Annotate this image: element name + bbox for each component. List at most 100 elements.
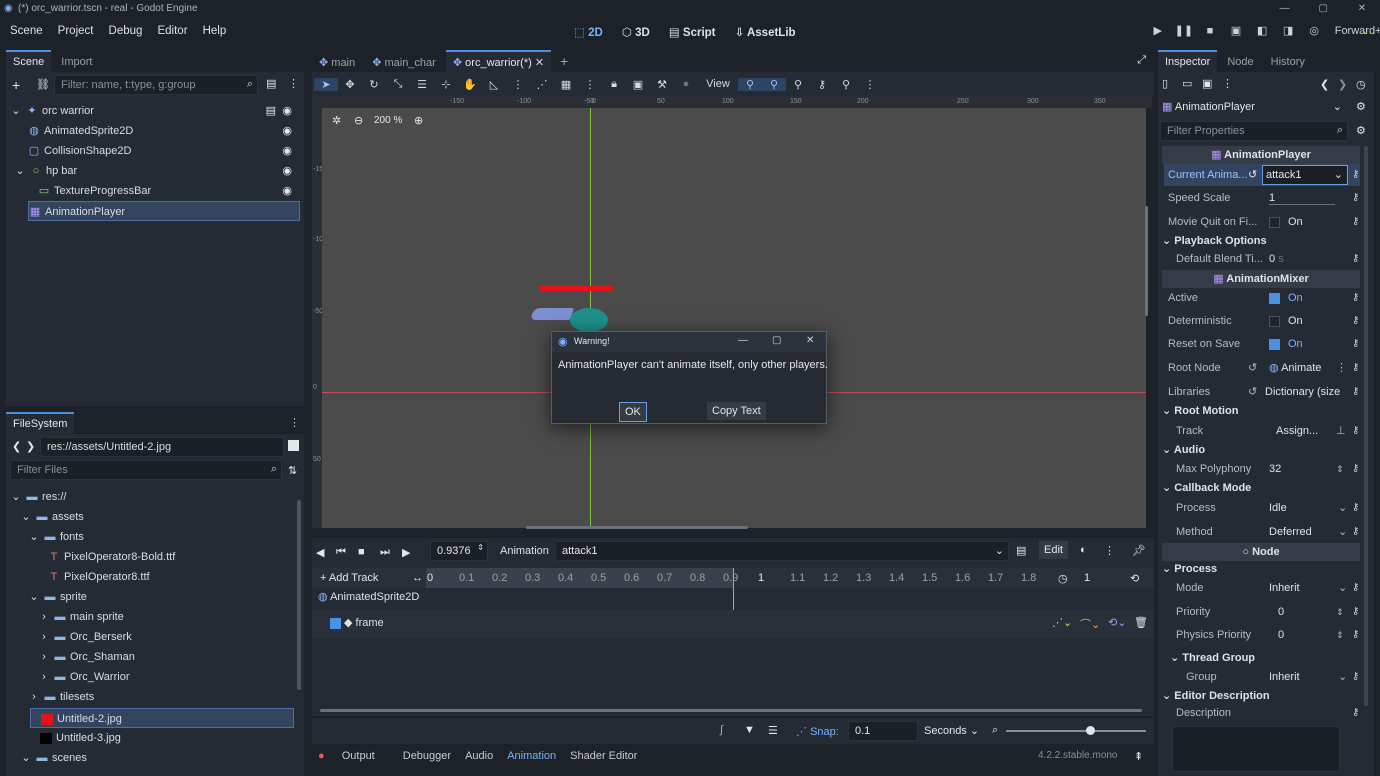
keyframe-icon[interactable]: ⚷ <box>1352 577 1359 599</box>
keyframe-icon[interactable]: ⚷ <box>1352 187 1359 209</box>
horizontal-scrollbar[interactable] <box>526 526 748 529</box>
keyframe-icon[interactable]: ⚷ <box>1352 521 1359 543</box>
expand-panel-icon[interactable]: ⇞ <box>1134 750 1143 763</box>
tab-inspector[interactable]: Inspector <box>1158 50 1218 72</box>
play-backwards-from-end-icon[interactable]: ◀ <box>316 546 336 559</box>
inspected-object-select[interactable]: ▦ AnimationPlayer ⌄ <box>1162 100 1346 118</box>
revert-icon[interactable]: ↺ <box>1248 164 1257 186</box>
select-tool-icon[interactable]: ➤ <box>314 77 338 91</box>
split-view-icon[interactable] <box>288 440 299 451</box>
play-backwards-icon[interactable]: ⏮ <box>336 546 358 559</box>
fs-item-font-bold[interactable]: T PixelOperator8-Bold.ttf <box>48 547 176 567</box>
visibility-eye-icon[interactable]: ◉ <box>282 161 292 181</box>
script-attached-icon[interactable]: ▤ <box>266 101 276 121</box>
keyframe-icon[interactable]: ⚷ <box>1352 333 1359 355</box>
scale-tool-icon[interactable]: ⤡ <box>386 78 410 91</box>
ok-button[interactable]: OK <box>619 402 647 422</box>
keyframe-icon[interactable]: ⚷ <box>1352 458 1359 480</box>
prop-group[interactable]: Group Inherit ⌄ ⚷ <box>1164 666 1360 688</box>
key-scale-icon[interactable]: ⚲ <box>786 78 810 91</box>
insert-key-icon[interactable]: ⚷ <box>810 78 834 91</box>
ruler-tool-icon[interactable]: ◺ <box>482 78 506 91</box>
link-icon[interactable]: ⛓ <box>36 78 50 91</box>
keyframe-icon[interactable]: ⚷ <box>1352 357 1359 379</box>
tree-node-orc-warrior[interactable]: ⌄ ✦ orc warrior ▤ ◉ <box>10 101 300 121</box>
bezier-icon[interactable]: ∫ <box>720 724 723 736</box>
keyframe-icon[interactable]: ⚷ <box>1352 381 1359 403</box>
distraction-free-icon[interactable]: ⤢ <box>1137 54 1146 67</box>
tree-node-textureprogressbar[interactable]: ▭ TextureProgressBar ◉ <box>38 181 300 201</box>
keyframe-icon[interactable]: ⚷ <box>1352 164 1359 186</box>
fs-item-orc-warrior[interactable]: › ▬ Orc_Warrior <box>38 667 129 687</box>
prop-active[interactable]: Active On ⚷ <box>1164 287 1360 309</box>
tree-node-animatedsprite2d[interactable]: ◍ AnimatedSprite2D ◉ <box>28 121 300 141</box>
prop-max-polyphony[interactable]: Max Polyphony 32 ⇕ ⚷ <box>1164 458 1360 480</box>
keyframe-icon[interactable]: ⚷ <box>1352 310 1359 332</box>
tab-orc-warrior[interactable]: ✥ orc_warrior(*) ✕ <box>445 50 552 73</box>
new-resource-icon[interactable]: ▯ <box>1162 77 1182 90</box>
close-window-button[interactable]: ✕ <box>1344 0 1380 18</box>
pause-icon[interactable]: ❚❚ <box>1172 24 1195 37</box>
pin-icon[interactable]: 📌︎ <box>1132 544 1146 557</box>
section-callback-mode[interactable]: ⌄ Callback Mode <box>1162 479 1360 497</box>
prop-libraries[interactable]: Libraries ↺ Dictionary (size ⚷ <box>1164 381 1360 403</box>
track-group-animatedsprite2d[interactable]: ◍ AnimatedSprite2D <box>318 590 419 603</box>
history-forward-icon[interactable]: ❯ <box>1338 78 1347 91</box>
more-icon[interactable]: ⋮ <box>288 77 299 90</box>
snap-unit-select[interactable]: Seconds ⌄ <box>924 724 979 737</box>
key-rotation-icon[interactable]: ⚲ <box>762 77 786 91</box>
more-icon[interactable]: ⋮ <box>1336 357 1347 379</box>
renderer-select[interactable]: Forward+ ⌄ <box>1335 24 1380 37</box>
prop-reset-on-save[interactable]: Reset on Save On ⚷ <box>1164 333 1360 355</box>
add-track-button[interactable]: + Add Track <box>320 572 378 584</box>
mode-2d-button[interactable]: ⬚ 2D <box>574 27 603 39</box>
vertical-scrollbar[interactable] <box>1145 206 1148 316</box>
add-tab-button[interactable]: + <box>554 51 574 71</box>
deterministic-checkbox[interactable] <box>1269 315 1280 327</box>
tree-node-collisionshape2d[interactable]: ▢ CollisionShape2D ◉ <box>28 141 300 161</box>
tab-node[interactable]: Node <box>1220 52 1260 72</box>
reset-on-save-checkbox[interactable] <box>1269 338 1280 350</box>
view-menu[interactable]: View <box>698 78 738 90</box>
prop-current-animation[interactable]: Current Anima... ↺ attack1 ⌄ ⚷ <box>1164 164 1360 186</box>
prop-description[interactable]: Description ⚷ <box>1164 702 1360 724</box>
revert-icon[interactable]: ↺ <box>1248 381 1257 403</box>
edit-button[interactable]: Edit <box>1039 541 1068 559</box>
hp-bar-sprite[interactable] <box>539 286 613 291</box>
fs-item-font[interactable]: T PixelOperator8.ttf <box>48 567 150 587</box>
tree-node-hp-bar[interactable]: ⌄ ○ hp bar ◉ <box>14 161 300 181</box>
center-view-icon[interactable]: ✲ <box>332 114 341 127</box>
forward-icon[interactable]: ❯ <box>26 440 35 453</box>
more-icon[interactable]: ⋮ <box>578 78 602 91</box>
fs-item-main-sprite[interactable]: › ▬ main sprite <box>38 607 124 627</box>
track-row-frame[interactable] <box>312 610 1154 638</box>
prop-deterministic[interactable]: Deterministic On ⚷ <box>1164 310 1360 332</box>
keyframe-icon[interactable]: ⚷ <box>1352 666 1359 688</box>
section-root-motion[interactable]: ⌄ Root Motion <box>1162 402 1360 420</box>
orc-weapon-sprite[interactable] <box>529 308 575 320</box>
auto-key-icon[interactable]: ⚲ <box>834 78 858 91</box>
filter-icon[interactable]: ▼ <box>744 724 755 736</box>
fs-item-tilesets[interactable]: › ▬ tilesets <box>28 687 94 707</box>
keyframe-icon[interactable]: ⚷ <box>1352 211 1359 233</box>
more-icon[interactable]: ⋮ <box>858 78 882 91</box>
group-icon[interactable]: ▣ <box>626 78 650 91</box>
animation-library-icon[interactable]: ▤ <box>1016 544 1026 557</box>
snap-input[interactable]: 0.1 <box>848 721 918 741</box>
filesystem-filter-input[interactable]: Filter Files ⌕ <box>10 460 282 480</box>
zoom-slider-handle[interactable] <box>1086 726 1095 735</box>
key-position-icon[interactable]: ⚲ <box>738 77 762 91</box>
dialog-minimize-button[interactable]: — <box>738 335 748 346</box>
prop-default-blend[interactable]: Default Blend Ti... 0 s ⚷ <box>1164 248 1360 270</box>
keyframe-icon[interactable]: ⚷ <box>1352 624 1359 646</box>
grid-snap-icon[interactable]: ▦ <box>554 78 578 91</box>
dialog-close-button[interactable]: ✕ <box>806 335 814 346</box>
fs-item-sprite[interactable]: ⌄ ▬ sprite <box>28 587 87 607</box>
keyframe-icon[interactable]: ⚷ <box>1352 601 1359 623</box>
object-properties-icon[interactable]: ⚙ <box>1356 100 1366 113</box>
tab-shader-editor[interactable]: Shader Editor <box>570 750 637 762</box>
prop-process-callback[interactable]: Process Idle ⌄ ⚷ <box>1164 497 1360 519</box>
path-input[interactable]: res://assets/Untitled-2.jpg <box>40 437 284 457</box>
camera-icon[interactable]: ● <box>674 78 698 90</box>
move-tool-icon[interactable]: ✥ <box>338 78 362 91</box>
